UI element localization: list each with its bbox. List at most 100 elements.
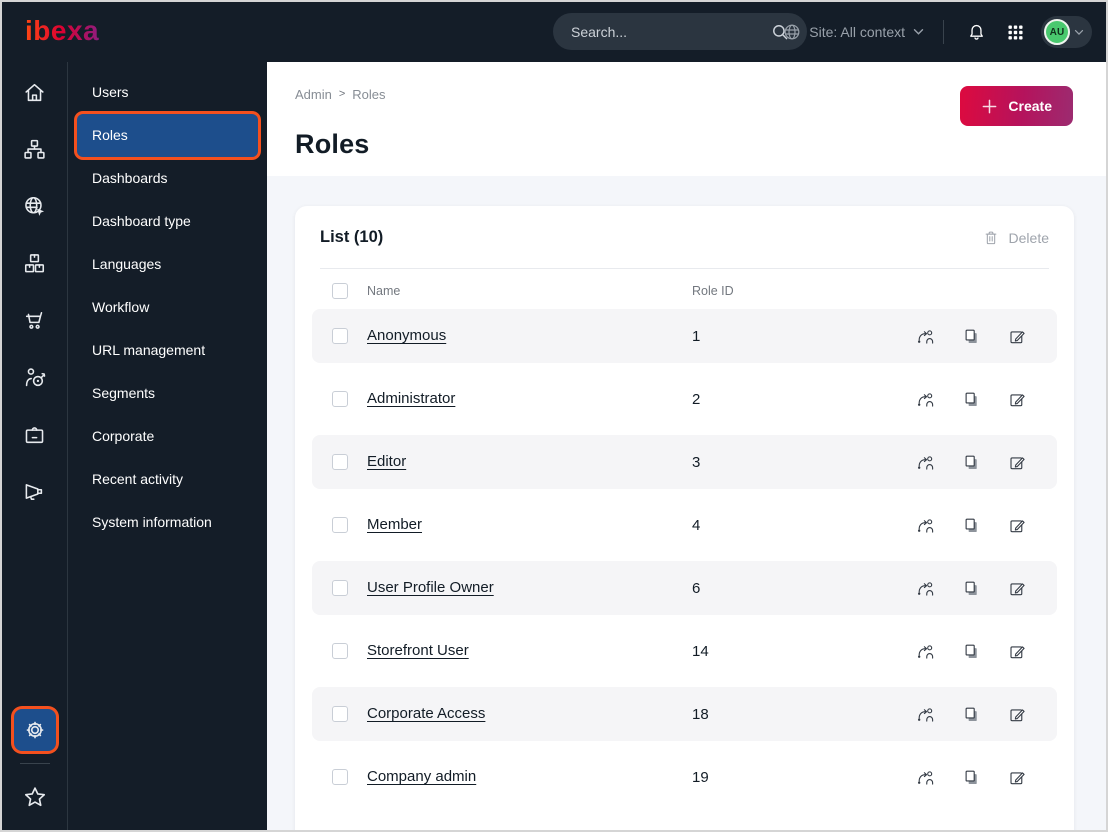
sidebar-item-label: Recent activity xyxy=(92,471,184,487)
role-name-link[interactable]: Anonymous xyxy=(367,327,446,344)
corporate-badge-icon[interactable] xyxy=(14,413,56,455)
sidebar-item[interactable]: Dashboard type xyxy=(68,200,267,243)
copy-icon[interactable] xyxy=(962,327,981,346)
sidebar-item-label: Roles xyxy=(92,127,128,143)
main-content: Admin > Roles Create Roles List (10) Del… xyxy=(267,62,1106,830)
copy-icon[interactable] xyxy=(962,516,981,535)
notifications-bell-icon[interactable] xyxy=(963,19,989,45)
sidebar-item[interactable]: Users xyxy=(68,71,267,114)
sidebar-item-label: Dashboard type xyxy=(92,213,191,229)
copy-icon[interactable] xyxy=(962,390,981,409)
topbar: ibexa Site: All context xyxy=(2,2,1106,62)
site-context-dropdown[interactable]: Site: All context xyxy=(783,23,924,41)
plus-icon xyxy=(983,99,997,113)
role-name-link[interactable]: Company admin xyxy=(367,768,476,785)
role-name-link[interactable]: Storefront User xyxy=(367,642,469,659)
breadcrumb-admin[interactable]: Admin xyxy=(295,87,332,102)
role-name-cell: User Profile Owner xyxy=(367,579,692,597)
icon-rail xyxy=(2,62,68,830)
announcements-megaphone-icon[interactable] xyxy=(14,470,56,512)
assign-user-icon[interactable] xyxy=(916,642,935,661)
role-id-cell: 2 xyxy=(692,390,701,408)
site-globe-icon[interactable] xyxy=(14,185,56,227)
sidebar-item[interactable]: Languages xyxy=(68,243,267,286)
row-checkbox[interactable] xyxy=(332,769,348,785)
sidebar-item[interactable]: System information xyxy=(68,501,267,544)
copy-icon[interactable] xyxy=(962,579,981,598)
breadcrumb-roles: Roles xyxy=(352,86,386,102)
row-checkbox[interactable] xyxy=(332,706,348,722)
assign-user-icon[interactable] xyxy=(916,327,935,346)
assign-user-icon[interactable] xyxy=(916,768,935,787)
row-checkbox[interactable] xyxy=(332,580,348,596)
copy-icon[interactable] xyxy=(962,453,981,472)
sidebar-item[interactable]: Segments xyxy=(68,372,267,415)
sidebar-item-label: System information xyxy=(92,514,212,530)
role-name-link[interactable]: User Profile Owner xyxy=(367,579,494,596)
sidebar-item[interactable]: Dashboards xyxy=(68,157,267,200)
edit-icon[interactable] xyxy=(1008,453,1027,472)
assign-user-icon[interactable] xyxy=(916,453,935,472)
row-checkbox[interactable] xyxy=(332,391,348,407)
role-name-cell: Editor xyxy=(367,453,692,471)
global-search[interactable] xyxy=(553,13,807,50)
select-all-checkbox[interactable] xyxy=(332,283,348,299)
role-name-cell: Anonymous xyxy=(367,327,692,345)
row-checkbox[interactable] xyxy=(332,517,348,533)
home-icon[interactable] xyxy=(14,71,56,113)
sidebar-item-label: Users xyxy=(92,84,129,100)
breadcrumb: Admin > Roles xyxy=(295,86,1074,102)
table-row: Anonymous 1 xyxy=(312,309,1057,363)
edit-icon[interactable] xyxy=(1008,705,1027,724)
sidebar-item[interactable]: Workflow xyxy=(68,286,267,329)
sidebar-item[interactable]: Corporate xyxy=(68,415,267,458)
sidebar-item[interactable]: Roles xyxy=(77,114,258,157)
role-name-cell: Storefront User xyxy=(367,642,692,660)
assign-user-icon[interactable] xyxy=(916,516,935,535)
user-menu[interactable]: AU xyxy=(1041,16,1092,48)
commerce-cart-icon[interactable] xyxy=(14,299,56,341)
row-checkbox[interactable] xyxy=(332,643,348,659)
table-row: Editor 3 xyxy=(312,435,1057,489)
role-name-link[interactable]: Editor xyxy=(367,453,406,470)
edit-icon[interactable] xyxy=(1008,516,1027,535)
role-name-link[interactable]: Member xyxy=(367,516,422,533)
assign-user-icon[interactable] xyxy=(916,705,935,724)
content-tree-icon[interactable] xyxy=(14,128,56,170)
products-boxes-icon[interactable] xyxy=(14,242,56,284)
trash-icon xyxy=(985,231,996,244)
role-name-link[interactable]: Corporate Access xyxy=(367,705,485,722)
ibexa-logo[interactable]: ibexa xyxy=(24,12,112,53)
edit-icon[interactable] xyxy=(1008,327,1027,346)
bookmarks-star-icon[interactable] xyxy=(14,776,56,818)
table-row: User Profile Owner 6 xyxy=(312,561,1057,615)
role-name-cell: Company admin xyxy=(367,768,692,786)
assign-user-icon[interactable] xyxy=(916,390,935,409)
page-head: Admin > Roles Create Roles xyxy=(267,62,1106,160)
create-button[interactable]: Create xyxy=(960,86,1073,126)
role-name-link[interactable]: Administrator xyxy=(367,390,455,407)
admin-gear-icon[interactable] xyxy=(13,709,56,751)
role-id-cell: 14 xyxy=(692,642,709,660)
sidebar-item[interactable]: URL management xyxy=(68,329,267,372)
edit-icon[interactable] xyxy=(1008,579,1027,598)
search-input[interactable] xyxy=(571,23,767,40)
sidebar-item[interactable]: Recent activity xyxy=(68,458,267,501)
list-title: List (10) xyxy=(320,228,384,246)
copy-icon[interactable] xyxy=(962,642,981,661)
assign-user-icon[interactable] xyxy=(916,579,935,598)
globe-icon xyxy=(784,24,800,40)
delete-button[interactable]: Delete xyxy=(982,229,1049,247)
personalization-target-icon[interactable] xyxy=(14,356,56,398)
copy-icon[interactable] xyxy=(962,705,981,724)
app-grid-icon[interactable] xyxy=(1002,19,1028,45)
sidebar-item-label: Segments xyxy=(92,385,156,401)
edit-icon[interactable] xyxy=(1008,390,1027,409)
edit-icon[interactable] xyxy=(1008,768,1027,787)
copy-icon[interactable] xyxy=(962,768,981,787)
row-checkbox[interactable] xyxy=(332,454,348,470)
row-actions xyxy=(916,453,1027,472)
column-header-role-id: Role ID xyxy=(692,284,734,298)
row-checkbox[interactable] xyxy=(332,328,348,344)
edit-icon[interactable] xyxy=(1008,642,1027,661)
